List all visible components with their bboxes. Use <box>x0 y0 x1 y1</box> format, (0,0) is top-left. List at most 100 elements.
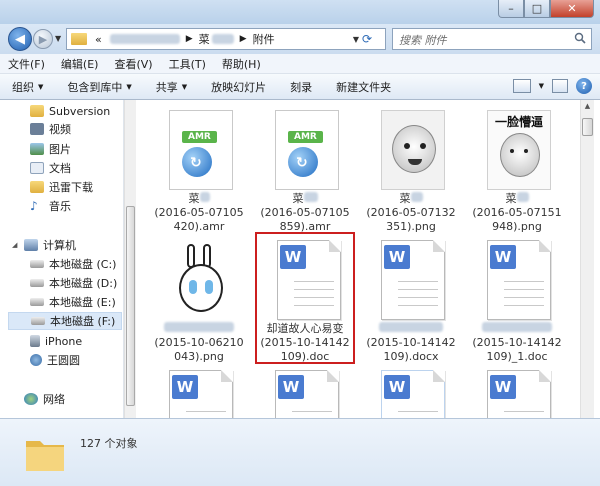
menu-tools[interactable]: 工具(T) <box>169 56 206 72</box>
sidebar-item-network[interactable]: 网络 <box>24 390 65 408</box>
wps-writer-icon: W <box>278 375 304 399</box>
chevron-down-icon: ▼ <box>181 82 188 91</box>
word-document-thumbnail: W <box>169 370 233 418</box>
file-name: (2015-10-14142 109).docx <box>361 322 461 364</box>
wps-writer-icon: W <box>490 245 516 269</box>
picture-library-icon <box>30 143 44 155</box>
chevron-down-icon[interactable]: ▼ <box>539 82 544 90</box>
include-in-library-button[interactable]: 包含到库中 ▼ <box>67 79 131 95</box>
forward-button[interactable]: ▶ <box>33 29 53 49</box>
file-name: 菜 (2016-05-07105 420).amr <box>154 192 244 233</box>
scroll-up-icon[interactable]: ▲ <box>582 102 593 114</box>
file-tile[interactable]: 菜 (2016-05-07132 351).png <box>361 104 461 233</box>
sidebar-item-drive-c[interactable]: 本地磁盘 (C:) <box>30 255 116 273</box>
menu-bar: 文件(F) 编辑(E) 查看(V) 工具(T) 帮助(H) <box>0 54 600 74</box>
drive-icon <box>31 317 45 325</box>
slideshow-button[interactable]: 放映幻灯片 <box>211 79 266 95</box>
word-document-thumbnail: W <box>381 370 445 418</box>
address-dropdown[interactable]: ▼ <box>353 35 359 44</box>
command-toolbar: 组织 ▼ 包含到库中 ▼ 共享 ▼ 放映幻灯片 刻录 新建文件夹 ▼ ? <box>0 74 600 100</box>
file-tile[interactable]: 一脸懵逼 菜 (2016-05-07151 948).png <box>467 104 567 233</box>
video-library-icon <box>30 123 44 135</box>
wps-writer-icon: W <box>490 375 516 399</box>
menu-edit[interactable]: 编辑(E) <box>61 56 99 72</box>
burn-button[interactable]: 刻录 <box>290 79 312 95</box>
sidebar-item-documents[interactable]: 文档 <box>30 159 71 177</box>
word-document-thumbnail: W <box>275 370 339 418</box>
item-count: 127 个对象 <box>80 437 138 450</box>
file-name: (2015-10-06210 043).png <box>149 322 249 364</box>
image-thumbnail-face-meme: 一脸懵逼 <box>487 110 551 190</box>
sidebar-item-drive-d[interactable]: 本地磁盘 (D:) <box>30 274 117 292</box>
drive-icon <box>30 260 44 268</box>
sidebar-item-videos[interactable]: 视频 <box>30 120 71 138</box>
folder-icon <box>30 181 44 193</box>
file-tile-selected[interactable]: W 却道故人心易变 (2015-10-14142 109).doc <box>255 232 355 364</box>
file-tile[interactable]: W <box>149 364 249 418</box>
file-tile[interactable]: W (2015-10-14142 109).docx <box>361 234 461 364</box>
help-icon[interactable]: ? <box>576 78 592 94</box>
back-button[interactable]: ◀ <box>8 27 32 51</box>
word-document-thumbnail: W <box>381 240 445 320</box>
sidebar-item-thunder-downloads[interactable]: 迅雷下载 <box>30 178 93 196</box>
chevron-down-icon: ▼ <box>38 82 44 91</box>
meme-face-icon <box>179 264 223 312</box>
file-list-scroll-thumb[interactable] <box>582 118 593 136</box>
search-input[interactable]: 搜索 附件 <box>392 28 592 50</box>
sidebar-item-music[interactable]: ♪ 音乐 <box>30 197 71 215</box>
file-tile[interactable]: AMR ↻ 菜 (2016-05-07105 859).amr <box>255 104 355 233</box>
folder-icon <box>26 441 64 471</box>
breadcrumb-current[interactable]: 附件 <box>253 31 275 47</box>
redacted-path <box>211 34 234 44</box>
sidebar-item-wang-yuanyuan[interactable]: 王圆圆 <box>30 351 80 369</box>
close-button[interactable]: ✕ <box>550 0 594 18</box>
redacted-path <box>109 34 180 44</box>
address-bar[interactable]: « ▶ 菜 ▶ 附件 ▼ <box>66 28 386 50</box>
search-icon[interactable] <box>574 32 586 44</box>
menu-view[interactable]: 查看(V) <box>114 56 152 72</box>
sidebar-item-subversion[interactable]: Subversion <box>30 102 110 120</box>
breadcrumb-overflow[interactable]: « <box>95 33 102 46</box>
sidebar-scrollbar[interactable] <box>124 100 136 418</box>
sidebar-scroll-thumb[interactable] <box>126 206 135 406</box>
image-thumbnail-rabbit-meme <box>169 240 233 320</box>
navigation-bar: ◀ ▶ ▼ « ▶ 菜 ▶ 附件 ▼ ⟳ 搜索 附件 <box>0 24 600 54</box>
file-tile[interactable]: W <box>361 364 461 418</box>
file-tile[interactable]: (2015-10-06210 043).png <box>149 234 249 364</box>
refresh-icon[interactable]: ⟳ <box>362 32 376 46</box>
toolbar-right: ▼ ? <box>512 78 592 94</box>
sidebar-item-drive-f[interactable]: 本地磁盘 (F:) <box>8 312 122 330</box>
window-titlebar: – □ ✕ <box>0 0 600 24</box>
meme-face-icon <box>500 133 540 177</box>
breadcrumb-item[interactable]: 菜 <box>199 31 210 47</box>
menu-help[interactable]: 帮助(H) <box>222 56 261 72</box>
window-controls: – □ ✕ <box>498 0 594 18</box>
file-list-scrollbar[interactable]: ▲ <box>580 100 594 418</box>
sidebar-item-iphone[interactable]: iPhone <box>30 332 82 350</box>
minimize-button[interactable]: – <box>498 0 524 18</box>
file-name: 却道故人心易变 (2015-10-14142 109).doc <box>260 322 350 363</box>
organize-button[interactable]: 组织 ▼ <box>12 79 43 95</box>
wps-writer-icon: W <box>172 375 198 399</box>
file-tile[interactable]: AMR ↻ 菜 (2016-05-07105 420).amr <box>149 104 249 233</box>
menu-file[interactable]: 文件(F) <box>8 56 45 72</box>
sidebar-item-computer[interactable]: ◢ 计算机 <box>12 236 76 254</box>
sidebar-item-pictures[interactable]: 图片 <box>30 140 71 158</box>
folder-icon <box>71 33 87 45</box>
file-tile[interactable]: W <box>467 364 567 418</box>
navigation-pane: Subversion 视频 图片 文档 迅雷下载 ♪ 音乐 ◢ 计算机 本地磁盘 (… <box>0 100 124 418</box>
file-name: 菜 (2016-05-07151 948).png <box>472 192 562 233</box>
file-list-view: AMR ↻ 菜 (2016-05-07105 420).amr AMR ↻ 菜 … <box>137 100 577 418</box>
maximize-button[interactable]: □ <box>524 0 550 18</box>
new-folder-button[interactable]: 新建文件夹 <box>336 79 391 95</box>
network-icon <box>24 393 38 405</box>
file-tile[interactable]: W <box>255 364 355 418</box>
recent-pages-dropdown[interactable]: ▼ <box>55 34 61 43</box>
file-tile[interactable]: W (2015-10-14142 109)_1.doc <box>467 234 567 363</box>
collapse-triangle-icon[interactable]: ◢ <box>12 241 17 249</box>
sidebar-item-drive-e[interactable]: 本地磁盘 (E:) <box>30 293 116 311</box>
wps-writer-icon: W <box>384 375 410 399</box>
change-view-icon[interactable] <box>512 79 531 93</box>
preview-pane-icon[interactable] <box>552 79 568 93</box>
share-button[interactable]: 共享 ▼ <box>156 79 187 95</box>
